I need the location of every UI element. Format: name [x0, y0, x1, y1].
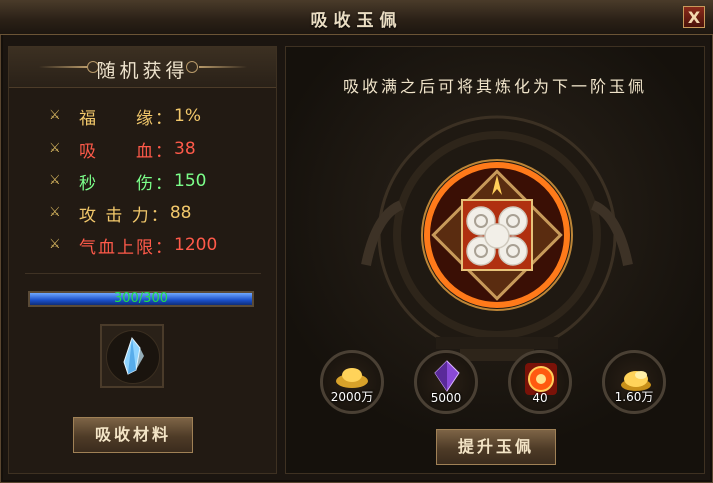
refine-hint: 吸收满之后可将其炼化为下一阶玉佩: [342, 77, 647, 96]
stat-label: 秒 伤：: [79, 173, 174, 194]
stat-value: 38: [174, 139, 196, 159]
ornament-right: [199, 66, 247, 68]
ornament-dot-right: [186, 61, 198, 73]
divider: [25, 273, 261, 274]
stat-label: 吸 血：: [79, 141, 174, 162]
stat-value: 1200: [174, 235, 218, 255]
stat-value: 150: [174, 171, 207, 191]
crossed-swords-icon: ⚔: [49, 108, 61, 123]
stat-row-instant-damage: ⚔ 秒 伤： 150: [49, 169, 207, 194]
stat-value: 1%: [174, 106, 201, 126]
resource-slot[interactable]: 40: [508, 350, 572, 414]
panel-header-title: 随机获得: [96, 60, 189, 82]
blue-crystal-icon: [123, 336, 144, 375]
close-button[interactable]: X: [683, 6, 705, 28]
crossed-swords-icon: ⚔: [49, 237, 61, 252]
absorb-progress-bar: 300/300: [28, 291, 254, 307]
crossed-swords-icon: ⚔: [49, 141, 61, 156]
stat-label: 福 缘：: [79, 108, 174, 129]
crossed-swords-icon: ⚔: [49, 173, 61, 188]
window-title: 吸收玉佩: [310, 11, 403, 31]
resource-slot[interactable]: 2000万: [320, 350, 384, 414]
absorb-jade-window: 吸收玉佩 X 随机获得 ⚔ 福 缘： 1% ⚔ 吸 血： 38 ⚔ 秒 伤： 1…: [0, 0, 713, 483]
progress-text: 300/300: [113, 291, 168, 306]
stat-row-luck: ⚔ 福 缘： 1%: [49, 104, 201, 129]
resource-count: 5000: [430, 391, 462, 405]
crossed-swords-icon: ⚔: [49, 205, 61, 220]
material-slot[interactable]: [100, 324, 164, 388]
resource-slot[interactable]: 1.60万: [602, 350, 666, 414]
purple-gem-icon: [434, 360, 460, 392]
stat-row-max-hp: ⚔ 气血上限： 1200: [49, 233, 218, 258]
gold-ingot-icon: [336, 368, 368, 388]
stat-label: 攻 击 力：: [79, 205, 170, 226]
resource-slot[interactable]: 5000: [414, 350, 478, 414]
random-gain-panel: 随机获得 ⚔ 福 缘： 1% ⚔ 吸 血： 38 ⚔ 秒 伤： 150 ⚔ 攻 …: [8, 46, 277, 474]
absorb-material-button[interactable]: 吸收材料: [73, 417, 193, 453]
resource-count: 1.60万: [614, 390, 654, 404]
upgrade-jade-button[interactable]: 提升玉佩: [436, 429, 556, 465]
title-bar: 吸收玉佩 X: [0, 0, 713, 35]
resource-count: 2000万: [330, 390, 374, 404]
stat-label: 气血上限：: [79, 237, 174, 258]
panel-header: 随机获得: [9, 47, 276, 88]
stat-row-attack: ⚔ 攻 击 力： 88: [49, 201, 192, 226]
stat-row-lifesteal: ⚔ 吸 血： 38: [49, 137, 196, 162]
jade-panel: 吸收满之后可将其炼化为下一阶玉佩 2000万 5000 40 1.60万 提升玉…: [285, 46, 705, 474]
stat-value: 88: [169, 203, 192, 223]
resource-count: 40: [532, 391, 548, 405]
jade-altar: [361, 115, 633, 361]
